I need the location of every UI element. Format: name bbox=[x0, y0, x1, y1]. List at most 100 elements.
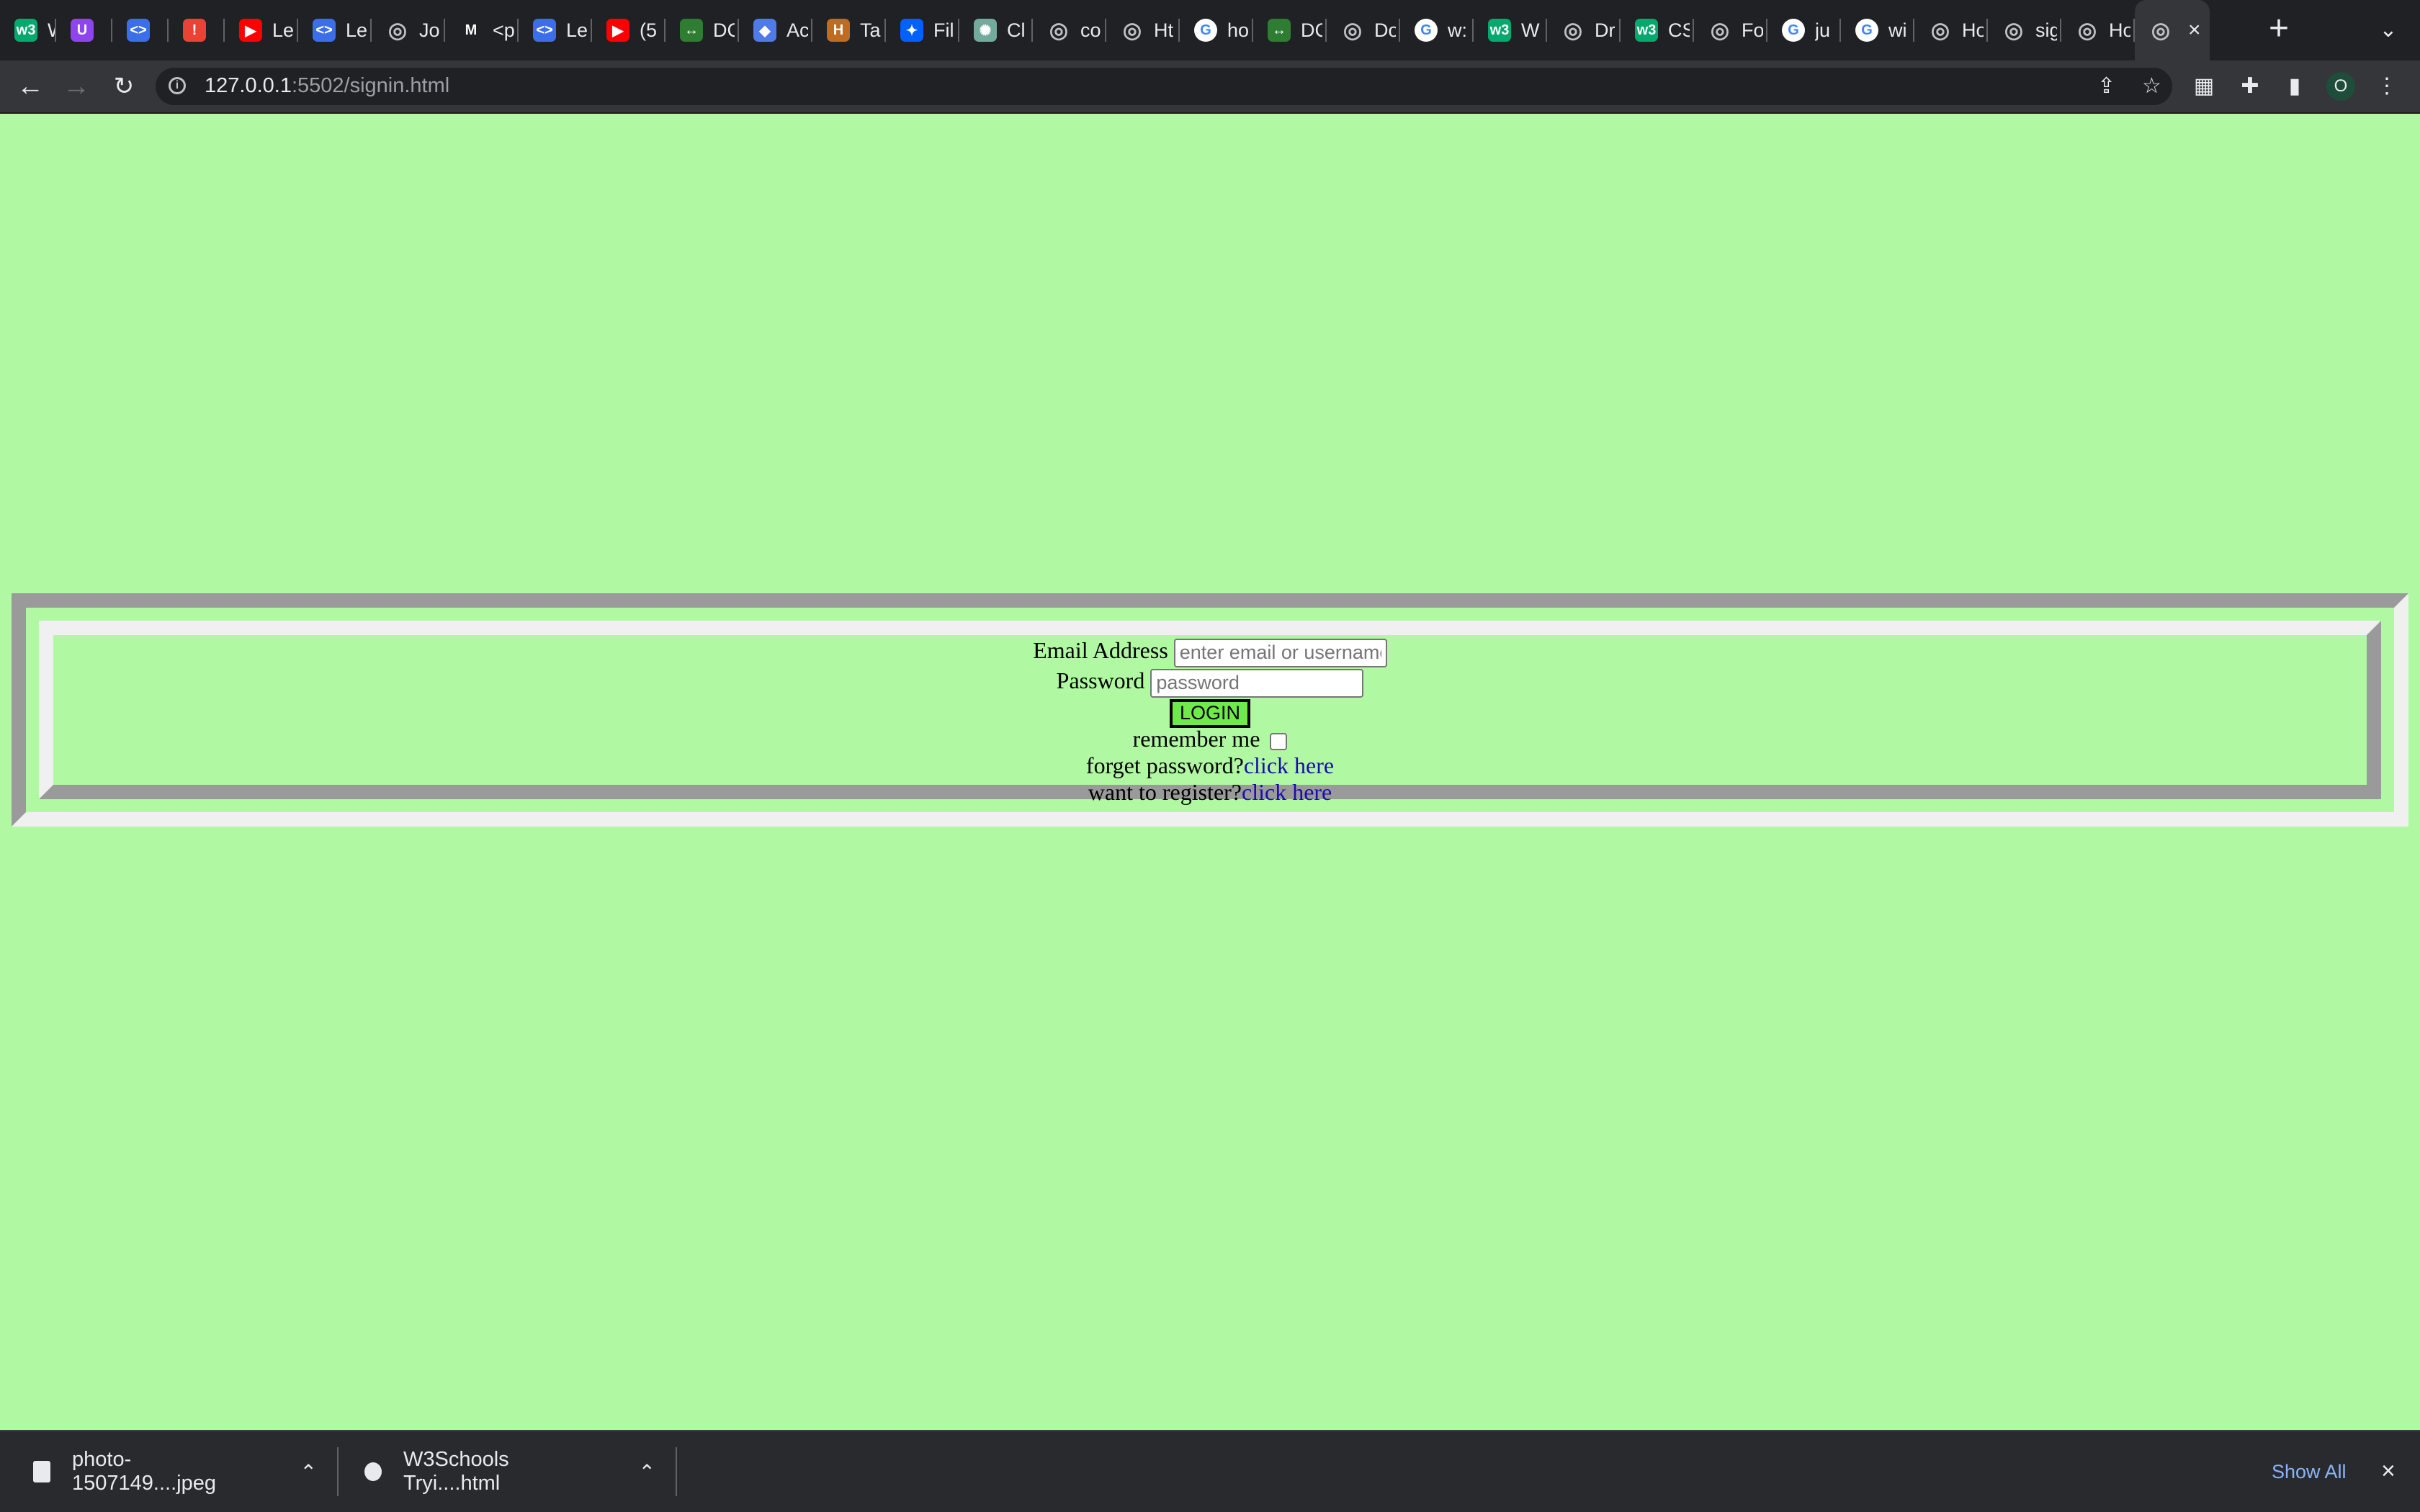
download-filename: photo-1507149....jpeg bbox=[72, 1448, 216, 1495]
forget-text: forget password? bbox=[1085, 752, 1244, 778]
tab-title: Do bbox=[1374, 19, 1396, 41]
browser-tab[interactable]: ◎ Ho bbox=[1914, 0, 1988, 60]
browser-tab[interactable]: Gw: bbox=[1400, 0, 1474, 60]
chrome-file-icon bbox=[364, 1462, 382, 1481]
chevron-up-icon[interactable]: ⌃ bbox=[639, 1460, 655, 1484]
browser-tab[interactable]: ▶ Le bbox=[225, 0, 298, 60]
browser-tab[interactable]: Gju bbox=[1767, 0, 1841, 60]
tab-title: DC bbox=[713, 19, 735, 41]
login-button[interactable]: LOGIN bbox=[1169, 698, 1251, 728]
browser-tab[interactable]: ▶ (5 bbox=[592, 0, 666, 60]
globe-icon: ◎ bbox=[1343, 18, 1363, 42]
browser-tab[interactable]: Gho bbox=[1180, 0, 1253, 60]
remember-checkbox[interactable] bbox=[1270, 732, 1288, 750]
file-icon bbox=[33, 1461, 50, 1482]
address-bar[interactable]: i 127.0.0.1:5502/signin.html ⇪ ☆ bbox=[156, 68, 2172, 105]
browser-tab[interactable]: U bbox=[56, 0, 112, 60]
profile-avatar[interactable]: O bbox=[2326, 72, 2355, 101]
remember-row: remember me bbox=[53, 726, 2367, 752]
browser-tab[interactable]: H Ta bbox=[812, 0, 886, 60]
code-icon: <> bbox=[313, 19, 336, 42]
tab-title: Ho bbox=[1962, 19, 1984, 41]
share-icon[interactable]: ⇪ bbox=[2097, 73, 2115, 99]
tab-title: Le bbox=[566, 19, 588, 41]
w3schools-icon: w3 bbox=[1635, 19, 1658, 42]
browser-tab[interactable]: ↔ DC bbox=[666, 0, 739, 60]
password-row: Password bbox=[53, 665, 2367, 698]
tab-title: Le bbox=[346, 19, 367, 41]
url-text[interactable]: 127.0.0.1:5502/signin.html bbox=[205, 74, 449, 98]
tab-title: Fo bbox=[1742, 19, 1763, 41]
browser-tab[interactable]: <> Le bbox=[519, 0, 592, 60]
globe-icon: ◎ bbox=[2004, 18, 2024, 42]
tab-title: (5 bbox=[640, 19, 658, 41]
globe-icon: ◎ bbox=[2077, 18, 2097, 42]
browser-tab[interactable]: Gwi bbox=[1841, 0, 1914, 60]
tab-title: DC bbox=[1301, 19, 1322, 41]
browser-tab[interactable]: ✦ Fil bbox=[886, 0, 959, 60]
password-input[interactable] bbox=[1150, 668, 1364, 698]
youtube-icon: ▶ bbox=[239, 19, 262, 42]
chevron-up-icon[interactable]: ⌃ bbox=[300, 1460, 317, 1484]
browser-tab[interactable]: ↔ DC bbox=[1253, 0, 1327, 60]
downloads-bar: photo-1507149....jpeg ⌃ W3Schools Tryi..… bbox=[0, 1430, 2420, 1512]
login-form: Email Address Password LOGIN remember me… bbox=[53, 635, 2367, 806]
globe-icon: ◎ bbox=[1049, 18, 1069, 42]
browser-tab[interactable]: <> Le bbox=[298, 0, 372, 60]
browser-tab[interactable]: ◎ Fo bbox=[1694, 0, 1767, 60]
globe-icon: ◎ bbox=[1930, 18, 1950, 42]
show-all-button[interactable]: Show All bbox=[2254, 1453, 2364, 1490]
browser-tab[interactable]: ✺ Cl bbox=[959, 0, 1033, 60]
tab-title: Ho bbox=[2109, 19, 2130, 41]
browser-tab[interactable]: w3 W bbox=[1474, 0, 1547, 60]
ublock-icon: U bbox=[71, 19, 94, 42]
forward-icon[interactable]: → bbox=[60, 71, 92, 102]
extensions-icon[interactable]: ✚ bbox=[2236, 72, 2264, 101]
code-icon: <> bbox=[533, 19, 556, 42]
qr-code-icon[interactable]: ▦ bbox=[2190, 72, 2218, 101]
reload-icon[interactable]: ↻ bbox=[108, 71, 140, 102]
download-item[interactable]: W3Schools Tryi....html ⌃ bbox=[340, 1431, 677, 1512]
close-icon[interactable]: × bbox=[2381, 1454, 2396, 1488]
browser-tab[interactable]: ◎ sig bbox=[1988, 0, 2061, 60]
email-row: Email Address bbox=[53, 635, 2367, 667]
browser-tab[interactable]: <> bbox=[112, 0, 169, 60]
url-path: :5502/signin.html bbox=[291, 74, 450, 97]
active-browser-tab[interactable]: ◎ × bbox=[2135, 0, 2210, 60]
tab-search-button[interactable]: ⌄ bbox=[2374, 16, 2403, 45]
register-link[interactable]: click here bbox=[1242, 779, 1332, 805]
tab-title: Jo bbox=[419, 19, 440, 41]
new-tab-button[interactable]: + bbox=[2262, 12, 2296, 48]
w3schools-icon: w3 bbox=[1488, 19, 1511, 42]
browser-tab[interactable]: w3 W bbox=[0, 0, 56, 60]
tab-title: Ht bbox=[1154, 19, 1173, 41]
globe-icon: ◎ bbox=[1122, 18, 1142, 42]
download-item[interactable]: photo-1507149....jpeg ⌃ bbox=[0, 1431, 339, 1512]
browser-tab[interactable]: ◎ co bbox=[1033, 0, 1106, 60]
browser-tab[interactable]: ◎ Ho bbox=[2061, 0, 2135, 60]
alert-icon: ! bbox=[183, 19, 206, 42]
password-label: Password bbox=[1056, 667, 1145, 693]
browser-tab[interactable]: M <p bbox=[445, 0, 519, 60]
tab-title: ho bbox=[1227, 19, 1249, 41]
w3schools-icon: w3 bbox=[14, 19, 37, 42]
bookmark-star-icon[interactable]: ☆ bbox=[2142, 73, 2161, 99]
globe-icon: ◎ bbox=[1710, 18, 1730, 42]
menu-kebab-icon[interactable]: ⋮ bbox=[2372, 72, 2401, 101]
site-info-icon[interactable]: i bbox=[169, 77, 186, 94]
browser-tab[interactable]: ! bbox=[169, 0, 225, 60]
email-input[interactable] bbox=[1173, 638, 1387, 667]
browser-tab[interactable]: ◎ Ht bbox=[1106, 0, 1180, 60]
forget-password-link[interactable]: click here bbox=[1244, 752, 1334, 778]
tab-title: CS bbox=[1668, 19, 1690, 41]
browser-tab[interactable]: ◆ Ac bbox=[739, 0, 812, 60]
browser-tab[interactable]: w3 CS bbox=[1621, 0, 1694, 60]
tab-title: Ac bbox=[786, 19, 808, 41]
side-panel-icon[interactable]: ▮ bbox=[2280, 72, 2309, 101]
browser-tab[interactable]: ◎ Jo bbox=[372, 0, 445, 60]
browser-tab[interactable]: ◎ Dr bbox=[1547, 0, 1621, 60]
back-icon[interactable]: ← bbox=[14, 71, 46, 102]
browser-tab[interactable]: ◎ Do bbox=[1327, 0, 1400, 60]
tab-title: wi bbox=[1888, 19, 1907, 41]
tab-close-icon[interactable]: × bbox=[2188, 18, 2201, 42]
